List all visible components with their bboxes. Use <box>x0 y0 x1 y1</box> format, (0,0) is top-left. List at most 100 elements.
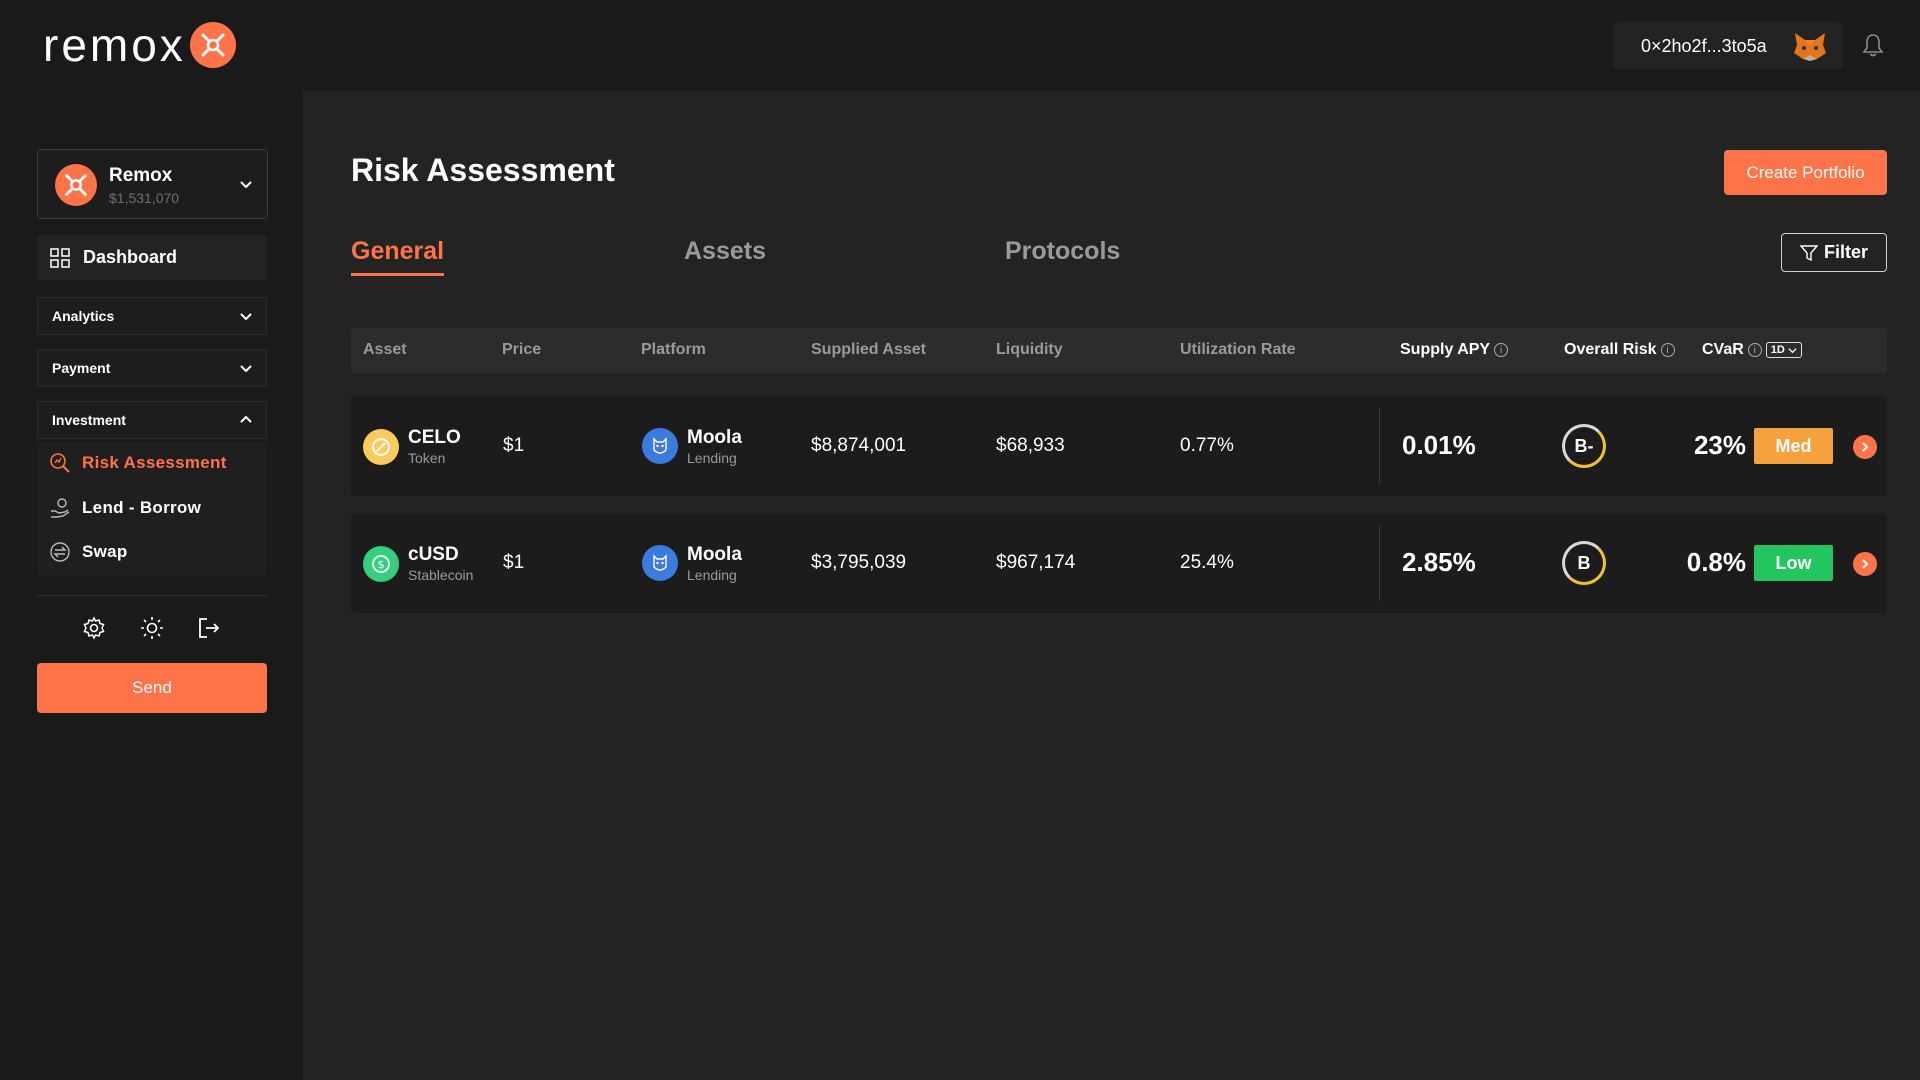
asset-name: cUSD <box>408 544 459 565</box>
sun-icon[interactable] <box>140 616 164 640</box>
platform-type: Lending <box>687 567 737 583</box>
account-avatar <box>55 164 97 206</box>
logo-text: remox <box>43 19 186 71</box>
column-divider <box>1379 525 1380 601</box>
risk-level-badge: Low <box>1754 545 1833 581</box>
liquidity: $967,174 <box>996 552 1076 573</box>
column-header-overall-risk[interactable]: Overall Risk i <box>1564 341 1675 359</box>
account-name: Remox <box>109 165 173 186</box>
sidebar-item-risk-assessment[interactable]: Risk Assessment <box>49 452 227 474</box>
column-header-label: CVaR <box>1702 341 1744 358</box>
column-header-liquidity[interactable]: Liquidity <box>996 341 1063 359</box>
risk-search-icon <box>50 453 70 473</box>
column-header-platform[interactable]: Platform <box>641 341 706 359</box>
risk-grade: B- <box>1574 435 1594 456</box>
investment-submenu: Risk Assessment Lend - Borrow Swap <box>37 442 267 576</box>
logout-icon[interactable] <box>197 616 221 640</box>
row-details-arrow-icon[interactable] <box>1853 552 1877 576</box>
account-balance: $1,531,070 <box>109 190 180 206</box>
info-icon[interactable]: i <box>1660 343 1675 357</box>
sidebar-item-swap[interactable]: Swap <box>49 541 128 563</box>
cusd-coin-icon: $ <box>363 546 399 582</box>
send-button[interactable]: Send <box>37 663 267 713</box>
cvar-period-select[interactable]: 1D <box>1765 342 1802 358</box>
asset-type: Stablecoin <box>408 567 474 583</box>
column-header-supplied-asset[interactable]: Supplied Asset <box>811 341 926 359</box>
settings-gear-icon[interactable] <box>82 616 106 640</box>
liquidity: $68,933 <box>996 435 1065 456</box>
column-header-utilization-rate[interactable]: Utilization Rate <box>1180 341 1296 359</box>
tab-protocols[interactable]: Protocols <box>1005 237 1120 266</box>
cvar-value: 23% <box>1693 430 1746 460</box>
info-icon[interactable]: i <box>1494 343 1509 357</box>
supplied-asset: $3,795,039 <box>811 552 907 573</box>
chevron-down-icon <box>240 313 252 321</box>
sidebar-group-investment[interactable]: Investment <box>37 401 267 439</box>
sidebar-item-label: Lend - Borrow <box>82 498 202 517</box>
page-title: Risk Assessment <box>351 152 615 188</box>
tab-general[interactable]: General <box>351 237 444 266</box>
wallet-address-button[interactable]: 0×2ho2f...3to5a <box>1613 22 1843 70</box>
funnel-icon <box>1799 244 1818 261</box>
remox-logo[interactable]: remox <box>43 22 236 68</box>
sidebar-divider <box>37 595 267 596</box>
sidebar-item-lend-borrow[interactable]: Lend - Borrow <box>49 497 201 519</box>
column-header-label: Overall Risk <box>1564 341 1657 358</box>
sidebar-item-label: Swap <box>82 542 128 561</box>
platform-type: Lending <box>687 450 737 466</box>
column-header-supply-apy[interactable]: Supply APY i <box>1400 341 1509 359</box>
utilization-rate: 0.77% <box>1180 435 1234 456</box>
risk-grade-ring: B <box>1562 541 1606 585</box>
hand-coin-icon <box>51 498 70 518</box>
sidebar-group-label: Payment <box>52 360 111 376</box>
chevron-up-icon <box>240 415 252 423</box>
supply-apy: 0.01% <box>1402 430 1476 460</box>
sidebar-group-label: Analytics <box>52 308 115 324</box>
bell-icon[interactable] <box>1862 33 1884 57</box>
filter-label: Filter <box>1823 242 1868 262</box>
info-icon[interactable]: i <box>1747 343 1762 357</box>
column-divider <box>1379 408 1380 484</box>
column-header-cvar[interactable]: CVaR i 1D <box>1702 341 1802 359</box>
chevron-down-icon <box>240 365 252 373</box>
tab-assets[interactable]: Assets <box>684 237 766 266</box>
risk-level-badge: Med <box>1754 428 1833 464</box>
chevron-down-icon <box>240 181 252 189</box>
filter-button[interactable]: Filter <box>1781 233 1887 272</box>
asset-type: Token <box>408 450 446 466</box>
sidebar-item-dashboard[interactable]: Dashboard <box>37 235 267 280</box>
table-row[interactable]: CELO Token $1 Moola Lending $8,874,001 $… <box>351 396 1887 496</box>
cvar-value: 0.8% <box>1686 547 1746 577</box>
moola-logo-icon <box>642 545 678 581</box>
active-tab-indicator <box>351 273 444 276</box>
celo-coin-icon <box>363 429 399 465</box>
asset-price: $1 <box>503 552 525 573</box>
create-portfolio-button[interactable]: Create Portfolio <box>1724 150 1887 195</box>
utilization-rate: 25.4% <box>1180 552 1234 573</box>
sidebar-group-label: Investment <box>52 412 126 428</box>
main-content: Risk Assessment Create Portfolio General… <box>303 90 1920 1080</box>
svg-text:$: $ <box>378 558 385 571</box>
platform-name: Moola <box>687 427 742 448</box>
moola-logo-icon <box>642 428 678 464</box>
table-header: Asset Price Platform Supplied Asset Liqu… <box>351 328 1887 373</box>
sidebar-group-analytics[interactable]: Analytics <box>37 297 267 335</box>
row-details-arrow-icon[interactable] <box>1853 435 1877 459</box>
supply-apy: 2.85% <box>1402 547 1476 577</box>
account-switcher[interactable]: Remox $1,531,070 <box>37 149 268 219</box>
chevron-down-icon <box>1788 347 1797 353</box>
table-row[interactable]: $ cUSD Stablecoin $1 Moola Lending $3,79… <box>351 513 1887 613</box>
cvar-period-value: 1D <box>1770 344 1785 356</box>
asset-price: $1 <box>503 435 525 456</box>
supplied-asset: $8,874,001 <box>811 435 907 456</box>
swap-icon <box>50 542 70 562</box>
column-header-price[interactable]: Price <box>502 341 541 359</box>
column-header-asset[interactable]: Asset <box>363 341 407 359</box>
sidebar-group-payment[interactable]: Payment <box>37 349 267 387</box>
risk-grade: B <box>1577 552 1591 573</box>
wallet-address: 0×2ho2f...3to5a <box>1641 35 1767 56</box>
asset-name: CELO <box>408 427 461 448</box>
remox-logo-icon <box>189 22 236 68</box>
risk-grade-ring: B- <box>1562 424 1606 468</box>
platform-name: Moola <box>687 544 742 565</box>
